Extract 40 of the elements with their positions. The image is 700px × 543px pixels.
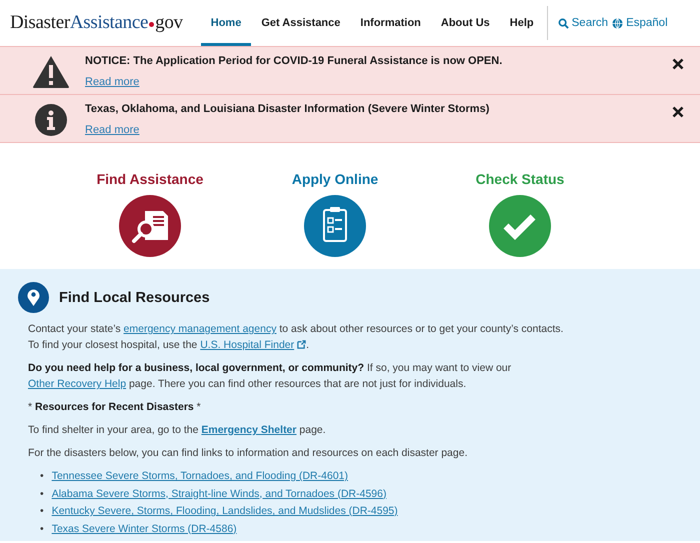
location-pin-icon <box>18 282 49 313</box>
alert-text: NOTICE: The Application Period for COVID-19 Funeral Assistance is now OPEN. <box>85 55 504 67</box>
text-link[interactable]: Other Recovery Help <box>28 378 126 390</box>
bullet: • <box>40 504 44 519</box>
read-more-link[interactable]: Read more <box>85 124 140 136</box>
nav-tab[interactable]: Help <box>500 0 544 46</box>
paragraph: Contact your state’s emergency management agency to ask about other resources or to get your county’s contacts. To find your closest hospital, use the U.S. Hospital Finder . <box>28 322 564 353</box>
read-more-link[interactable]: Read more <box>85 76 140 88</box>
info-icon <box>32 103 70 137</box>
nav-tab[interactable]: Information <box>350 0 431 46</box>
nav-tab[interactable]: About Us <box>430 0 500 46</box>
disaster-link[interactable]: Tennessee Severe Storms, Tornadoes, and Flooding (DR-4601) <box>52 468 348 486</box>
external-link-icon <box>297 340 306 349</box>
search-icon <box>558 18 569 28</box>
warning-icon <box>32 55 70 89</box>
paragraph: Do you need help for a business, local government, or community? If so, you may want to view our Other Recovery Help page. There you can find other resources that are not just for individuals. <box>28 361 512 392</box>
disaster-link[interactable]: Texas Severe Winter Storms (DR-4586) <box>52 520 237 538</box>
globe-icon <box>612 18 624 28</box>
alert-text: Texas, Oklahoma, and Louisiana Disaster Information (Severe Winter Storms) <box>85 103 490 115</box>
language-link[interactable]: Español <box>626 17 668 29</box>
paragraph: * Resources for Recent Disasters * <box>28 400 202 415</box>
action-link[interactable]: Find Assistance <box>96 171 204 187</box>
action-link[interactable]: Check Status <box>476 171 564 187</box>
bullet: • <box>40 486 44 502</box>
disaster-link[interactable]: Alabama Severe Storms, Straight-line Winds, and Tornadoes (DR-4596) <box>52 486 386 503</box>
close-icon[interactable] <box>672 106 684 118</box>
bullet: • <box>40 522 44 536</box>
bullet: • <box>40 469 44 484</box>
close-icon[interactable] <box>672 58 684 70</box>
paragraph: To find shelter in your area, go to the Emergency Shelter page. <box>28 423 327 438</box>
section-heading: Find Local Resources <box>59 290 210 306</box>
text-link[interactable]: U.S. Hospital Finder <box>200 339 294 351</box>
nav-tab[interactable]: Get Assistance <box>251 0 350 46</box>
text-link[interactable]: Emergency Shelter <box>201 424 296 436</box>
paragraph: For the disasters below, you can find links to information and resources on each disaster page. <box>28 446 468 461</box>
text-link[interactable]: emergency management agency <box>124 323 276 335</box>
site-logo[interactable]: DisasterAssistance gov <box>10 12 183 34</box>
disaster-link[interactable]: Kentucky Severe, Storms, Flooding, Landslides, and Mudslides (DR-4595) <box>52 503 398 520</box>
search-link[interactable]: Search <box>572 17 608 29</box>
action-link[interactable]: Apply Online <box>292 171 378 187</box>
